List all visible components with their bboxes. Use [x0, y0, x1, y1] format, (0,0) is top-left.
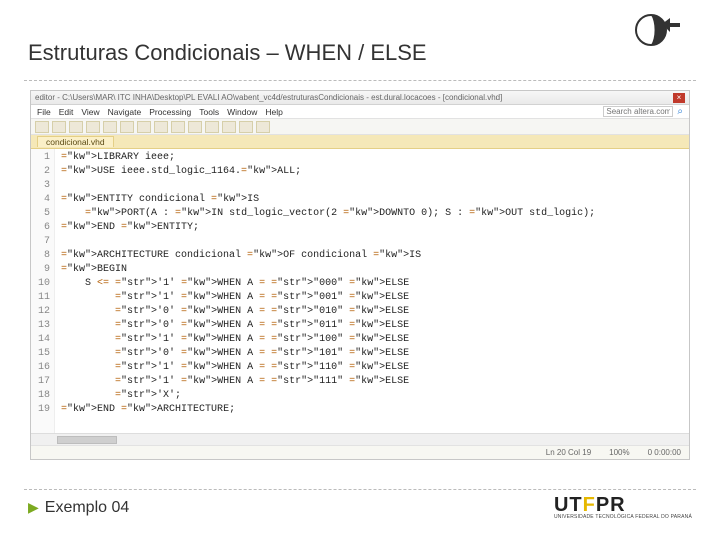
status-bar: Ln 20 Col 19 100% 0 0:00:00	[31, 445, 689, 459]
divider-bottom	[24, 489, 696, 490]
toolbar-button[interactable]	[52, 121, 66, 133]
line-number: 6	[31, 221, 50, 235]
line-number: 14	[31, 333, 50, 347]
code-line[interactable]: ="str">'1' ="kw">WHEN A = ="str">"111" =…	[61, 375, 683, 389]
code-text[interactable]: ="kw">LIBRARY ieee;="kw">USE ieee.std_lo…	[55, 149, 689, 433]
toolbar-button[interactable]	[171, 121, 185, 133]
line-number: 5	[31, 207, 50, 221]
utfpr-logo: UTFPR UNIVERSIDADE TECNOLÓGICA FEDERAL D…	[554, 495, 692, 520]
search-icon[interactable]: ⌕	[677, 106, 683, 117]
tab-file[interactable]: condicional.vhd	[37, 136, 114, 147]
code-line[interactable]: ="kw">PORT(A : ="kw">IN std_logic_vector…	[61, 207, 683, 221]
code-line[interactable]: ="kw">BEGIN	[61, 263, 683, 277]
caption-text: Exemplo 04	[45, 499, 130, 517]
line-number: 15	[31, 347, 50, 361]
line-number: 13	[31, 319, 50, 333]
menu-window[interactable]: Window	[227, 107, 257, 117]
line-number-gutter: 12345678910111213141516171819	[31, 149, 55, 433]
arrow-icon: ▶	[28, 499, 39, 516]
utfpr-logo-subtitle: UNIVERSIDADE TECNOLÓGICA FEDERAL DO PARA…	[554, 515, 692, 520]
slide-caption: ▶ Exemplo 04	[28, 499, 129, 517]
horizontal-scrollbar[interactable]	[31, 433, 689, 445]
line-number: 10	[31, 277, 50, 291]
code-line[interactable]: S <= ="str">'1' ="kw">WHEN A = ="str">"0…	[61, 277, 683, 291]
menu-processing[interactable]: Processing	[149, 107, 191, 117]
menu-file[interactable]: File	[37, 107, 51, 117]
line-number: 1	[31, 151, 50, 165]
toolbar-button[interactable]	[256, 121, 270, 133]
line-number: 9	[31, 263, 50, 277]
toolbar-button[interactable]	[35, 121, 49, 133]
line-number: 11	[31, 291, 50, 305]
status-lncol: Ln 20 Col 19	[546, 448, 591, 457]
toolbar-button[interactable]	[222, 121, 236, 133]
toolbar	[31, 119, 689, 135]
toolbar-button[interactable]	[103, 121, 117, 133]
toolbar-button[interactable]	[239, 121, 253, 133]
code-line[interactable]: ="kw">ARCHITECTURE condicional ="kw">OF …	[61, 249, 683, 263]
scrollbar-thumb[interactable]	[57, 436, 117, 444]
code-line[interactable]: ="str">'1' ="kw">WHEN A = ="str">"001" =…	[61, 291, 683, 305]
code-line[interactable]: ="kw">LIBRARY ieee;	[61, 151, 683, 165]
line-number: 19	[31, 403, 50, 417]
slide-footer: ▶ Exemplo 04 UTFPR UNIVERSIDADE TECNOLÓG…	[28, 495, 692, 520]
code-line[interactable]: ="str">'0' ="kw">WHEN A = ="str">"010" =…	[61, 305, 683, 319]
line-number: 12	[31, 305, 50, 319]
code-line[interactable]: ="kw">END ="kw">ENTITY;	[61, 221, 683, 235]
line-number: 17	[31, 375, 50, 389]
toolbar-button[interactable]	[69, 121, 83, 133]
status-encoding: 0 0:00:00	[648, 448, 681, 457]
menu-tools[interactable]: Tools	[199, 107, 219, 117]
toolbar-button[interactable]	[137, 121, 151, 133]
line-number: 16	[31, 361, 50, 375]
window-titlebar: editor - C:\Users\MAR\ ITC INHA\Desktop\…	[31, 91, 689, 105]
toolbar-button[interactable]	[205, 121, 219, 133]
utfpr-logo-text: UTFPR	[554, 495, 626, 515]
toolbar-button[interactable]	[86, 121, 100, 133]
line-number: 2	[31, 165, 50, 179]
line-number: 3	[31, 179, 50, 193]
top-right-logo	[632, 6, 692, 54]
toolbar-button[interactable]	[154, 121, 168, 133]
code-line[interactable]: ="kw">USE ieee.std_logic_1164.="kw">ALL;	[61, 165, 683, 179]
toolbar-button[interactable]	[120, 121, 134, 133]
menu-bar: File Edit View Navigate Processing Tools…	[31, 105, 689, 119]
tab-bar: condicional.vhd	[31, 135, 689, 149]
code-line[interactable]: ="str">'X';	[61, 389, 683, 403]
line-number: 4	[31, 193, 50, 207]
code-line[interactable]	[61, 179, 683, 193]
menu-help[interactable]: Help	[265, 107, 282, 117]
code-line[interactable]	[61, 235, 683, 249]
line-number: 8	[31, 249, 50, 263]
code-line[interactable]: ="str">'0' ="kw">WHEN A = ="str">"101" =…	[61, 347, 683, 361]
code-line[interactable]: ="str">'1' ="kw">WHEN A = ="str">"100" =…	[61, 333, 683, 347]
divider-top	[24, 80, 696, 81]
menu-edit[interactable]: Edit	[59, 107, 74, 117]
line-number: 18	[31, 389, 50, 403]
menu-navigate[interactable]: Navigate	[108, 107, 142, 117]
slide-title: Estruturas Condicionais – WHEN / ELSE	[28, 40, 427, 66]
status-zoom: 100%	[609, 448, 629, 457]
code-line[interactable]: ="str">'0' ="kw">WHEN A = ="str">"011" =…	[61, 319, 683, 333]
code-line[interactable]: ="kw">END ="kw">ARCHITECTURE;	[61, 403, 683, 417]
line-number: 7	[31, 235, 50, 249]
menu-view[interactable]: View	[81, 107, 99, 117]
search-input[interactable]	[603, 106, 673, 117]
editor-window: editor - C:\Users\MAR\ ITC INHA\Desktop\…	[30, 90, 690, 460]
code-line[interactable]: ="kw">ENTITY condicional ="kw">IS	[61, 193, 683, 207]
search-box: ⌕	[603, 106, 683, 117]
code-line[interactable]: ="str">'1' ="kw">WHEN A = ="str">"110" =…	[61, 361, 683, 375]
close-icon[interactable]: ×	[673, 93, 685, 103]
window-title-text: editor - C:\Users\MAR\ ITC INHA\Desktop\…	[35, 93, 502, 102]
toolbar-button[interactable]	[188, 121, 202, 133]
code-area[interactable]: 12345678910111213141516171819 ="kw">LIBR…	[31, 149, 689, 433]
